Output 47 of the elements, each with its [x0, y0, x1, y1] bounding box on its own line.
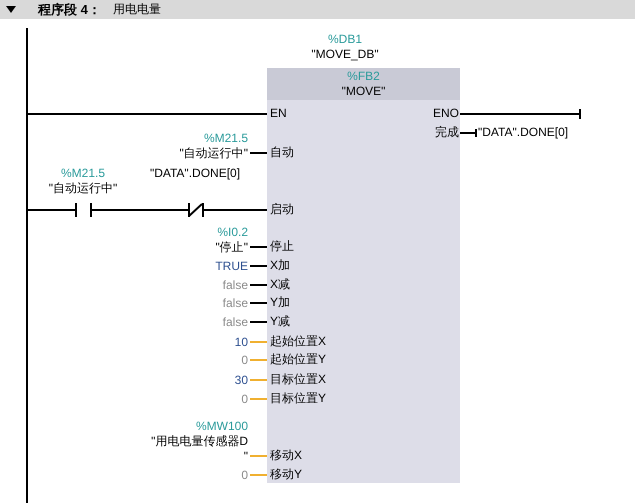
wire: [204, 209, 267, 211]
block-name: "MOVE": [342, 84, 386, 99]
operand-address: %I0.2: [217, 225, 248, 240]
no-contact-icon[interactable]: [75, 203, 92, 217]
operand-label: "自动运行中": [48, 181, 118, 196]
operand-label: 10: [234, 335, 248, 350]
operand-label: 0: [241, 468, 248, 483]
pin-label: Y加: [270, 295, 290, 310]
operand-address: %M21.5: [60, 166, 106, 181]
operand-label: false: [222, 315, 248, 330]
collapse-icon[interactable]: [6, 6, 16, 13]
operand-label: "用电电量传感器D": [150, 434, 248, 464]
pin-label: X减: [270, 277, 290, 292]
instance-name: "MOVE_DB": [311, 47, 379, 62]
pin-label: ENO: [432, 106, 459, 121]
wire: [28, 209, 75, 211]
output-wire: [460, 129, 477, 137]
operand-label: false: [222, 278, 248, 293]
pin-label: 完成: [435, 125, 459, 140]
network-comment[interactable]: 用电电量: [112, 1, 161, 18]
pin-label: 启动: [270, 202, 294, 217]
operand-label: "DATA".DONE[0]: [150, 166, 240, 181]
operand-label: 0: [241, 353, 248, 368]
operand-label: 0: [241, 392, 248, 407]
operand-address: %M21.5: [204, 131, 248, 146]
pin-label: EN: [270, 106, 287, 121]
operand-label: "DATA".DONE[0]: [478, 125, 568, 140]
pin-label: 起始位置Y: [270, 352, 326, 367]
network-title: 程序段 4：: [38, 0, 101, 18]
instance-address: %DB1: [328, 32, 362, 47]
operand-label: TRUE: [215, 259, 248, 274]
pin-label: 自动: [270, 145, 294, 160]
block-address: %FB2: [347, 69, 380, 84]
pin-label: 起始位置X: [270, 334, 326, 349]
pin-label: 移动Y: [270, 467, 302, 482]
nc-contact-icon[interactable]: [188, 203, 204, 217]
operand-label: "停止": [215, 240, 248, 255]
pin-label: 停止: [270, 239, 294, 254]
pin-label: 目标位置Y: [270, 391, 326, 406]
operand-label: "自动运行中": [179, 146, 248, 161]
pin-label: X加: [270, 258, 290, 273]
pin-label: Y减: [270, 314, 290, 329]
operand-label: 30: [234, 373, 248, 388]
pin-label: 移动X: [270, 448, 302, 463]
operand-label: false: [222, 296, 248, 311]
pin-label: 目标位置X: [270, 372, 326, 387]
operand-address: %MW100: [196, 419, 248, 434]
